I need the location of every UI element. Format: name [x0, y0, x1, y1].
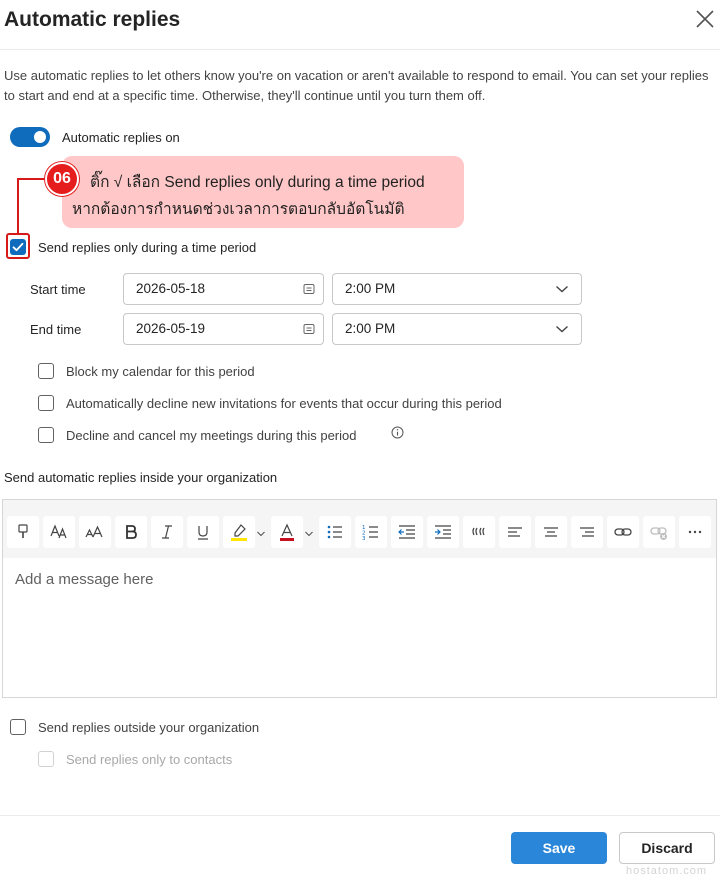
quote-button[interactable]	[463, 516, 495, 548]
time-period-label: Send replies only during a time period	[38, 240, 257, 255]
align-center-icon	[544, 527, 558, 537]
automatic-replies-toggle[interactable]	[10, 127, 50, 147]
bullets-button[interactable]	[319, 516, 351, 548]
calendar-icon	[303, 284, 315, 294]
outside-org-label: Send replies outside your organization	[38, 720, 260, 735]
start-time-value: 2:00 PM	[345, 281, 396, 296]
align-center-button[interactable]	[535, 516, 567, 548]
cancel-meetings-label: Decline and cancel my meetings during th…	[66, 428, 357, 443]
chevron-down-icon	[556, 325, 568, 333]
annotation-connector-horizontal	[18, 178, 46, 180]
start-date-input[interactable]: 2026-05-18	[123, 273, 324, 305]
formatting-toolbar: 1 2 3	[3, 500, 716, 558]
start-time-select[interactable]: 2:00 PM	[332, 273, 582, 305]
more-horizontal-icon	[688, 530, 702, 534]
message-editor[interactable]: 1 2 3 Add a message here	[2, 499, 717, 698]
highlighter-icon	[231, 524, 247, 541]
italic-button[interactable]	[151, 516, 183, 548]
underline-button[interactable]	[187, 516, 219, 548]
end-time-value: 2:00 PM	[345, 321, 396, 336]
font-button[interactable]	[43, 516, 75, 548]
message-placeholder: Add a message here	[15, 571, 154, 588]
numbered-list-icon: 1 2 3	[362, 525, 378, 542]
close-button[interactable]	[692, 6, 718, 32]
inside-org-label: Send automatic replies inside your organ…	[4, 470, 278, 485]
end-date-value: 2026-05-19	[136, 321, 206, 336]
end-time-select[interactable]: 2:00 PM	[332, 313, 582, 345]
numbering-button[interactable]: 1 2 3	[355, 516, 387, 548]
insert-link-button[interactable]	[607, 516, 639, 548]
bulleted-list-icon	[327, 525, 342, 539]
more-options-button[interactable]	[679, 516, 711, 548]
align-right-button[interactable]	[571, 516, 603, 548]
link-icon	[614, 528, 632, 536]
decrease-indent-icon	[398, 525, 415, 539]
toggle-knob	[34, 131, 46, 143]
block-calendar-checkbox[interactable]	[38, 363, 54, 379]
increase-indent-button[interactable]	[427, 516, 459, 548]
contacts-only-label: Send replies only to contacts	[66, 752, 233, 767]
svg-text:3: 3	[362, 536, 366, 542]
automatic-replies-toggle-label: Automatic replies on	[62, 130, 180, 145]
cancel-meetings-checkbox[interactable]	[38, 427, 54, 443]
contacts-only-checkbox[interactable]	[38, 751, 54, 767]
end-time-label: End time	[30, 322, 82, 337]
format-painter-button[interactable]	[7, 516, 39, 548]
outside-org-checkbox[interactable]	[10, 719, 26, 735]
remove-link-button[interactable]	[643, 516, 675, 548]
decline-invitations-label: Automatically decline new invitations fo…	[66, 396, 502, 411]
underline-icon	[198, 526, 208, 540]
chevron-down-icon	[556, 285, 568, 293]
italic-icon	[162, 525, 172, 539]
highlight-dropdown-icon[interactable]	[256, 530, 266, 538]
footer-divider	[0, 815, 720, 816]
start-time-label: Start time	[30, 282, 86, 297]
annotation-text-line1: ติ๊ก √ เลือก Send replies only during a …	[90, 174, 425, 191]
align-left-icon	[508, 527, 522, 537]
discard-button[interactable]: Discard	[619, 832, 715, 864]
annotation-step-badge: 06	[45, 162, 79, 196]
font-size-button[interactable]	[79, 516, 111, 548]
font-color-dropdown-icon[interactable]	[304, 530, 314, 538]
format-painter-icon	[18, 524, 28, 538]
calendar-icon	[303, 324, 315, 334]
save-button[interactable]: Save	[511, 832, 607, 864]
watermark: hostatom.com	[626, 865, 708, 877]
checkmark-icon	[12, 242, 24, 252]
annotation-connector-vertical	[17, 178, 19, 234]
align-left-button[interactable]	[499, 516, 531, 548]
info-icon[interactable]	[391, 426, 404, 439]
close-icon	[696, 10, 714, 28]
font-color-icon	[280, 523, 294, 541]
bold-button[interactable]	[115, 516, 147, 548]
font-color-button[interactable]	[271, 516, 303, 548]
font-icon	[50, 524, 67, 539]
increase-indent-icon	[435, 525, 451, 539]
align-right-icon	[580, 527, 594, 537]
font-size-icon	[85, 525, 103, 538]
annotation-text-line2: หากต้องการกำหนดช่วงเวลาการตอบกลับอัตโนมั…	[72, 201, 405, 218]
unlink-icon	[650, 527, 667, 540]
dialog-description: Use automatic replies to let others know…	[4, 68, 709, 103]
decrease-indent-button[interactable]	[391, 516, 423, 548]
decline-invitations-checkbox[interactable]	[38, 395, 54, 411]
block-calendar-label: Block my calendar for this period	[66, 364, 255, 379]
bold-icon	[126, 525, 137, 539]
start-date-value: 2026-05-18	[136, 281, 206, 296]
end-date-input[interactable]: 2026-05-19	[123, 313, 324, 345]
time-period-checkbox[interactable]	[10, 239, 26, 255]
quote-icon	[472, 527, 485, 536]
dialog-title: Automatic replies	[4, 8, 181, 31]
highlight-button[interactable]	[223, 516, 255, 548]
header-divider	[0, 49, 720, 50]
